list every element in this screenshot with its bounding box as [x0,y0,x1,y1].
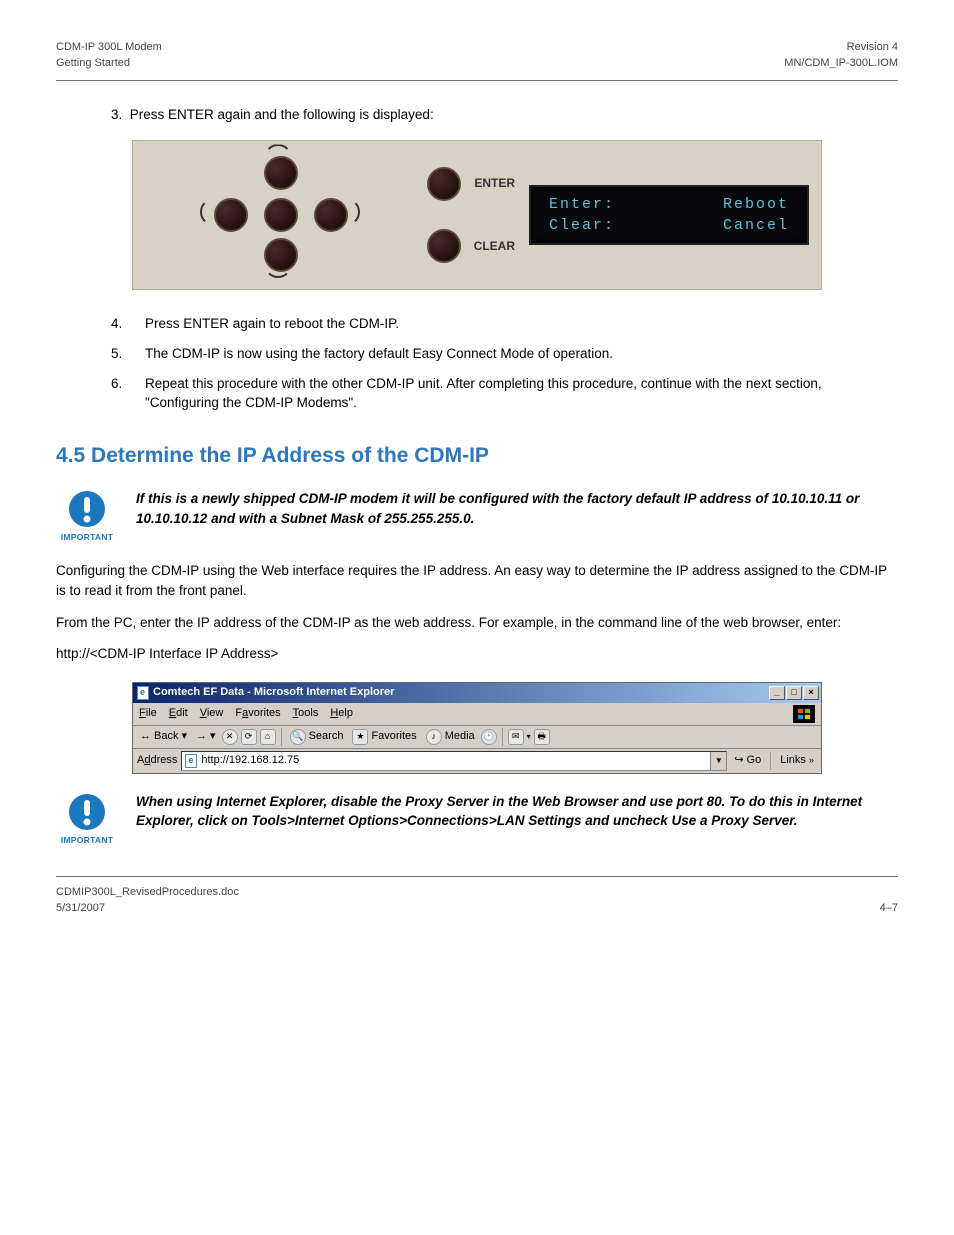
favorites-icon: ★ [352,729,368,745]
address-page-icon [185,754,197,768]
go-button[interactable]: ↪ Go [731,752,764,770]
close-button[interactable]: × [803,686,819,700]
address-label: Address [137,753,177,769]
menu-file[interactable]: File [139,706,157,722]
media-button[interactable]: ♪Media [423,728,478,746]
paragraph-1: Configuring the CDM-IP using the Web int… [56,561,898,600]
media-icon: ♪ [426,729,442,745]
menu-view[interactable]: View [200,706,224,722]
step-4-num: 4 [111,314,135,334]
footer-page: 4–7 [880,901,898,917]
step-4: 4 Press ENTER again to reboot the CDM-IP… [111,314,898,334]
step-6-num: 6 [111,374,135,394]
back-button[interactable]: ↔ Back ▾ [137,728,190,746]
home-icon[interactable]: ⌂ [260,729,276,745]
step-5-num: 5 [111,344,135,364]
refresh-icon[interactable]: ⟳ [241,729,257,745]
forward-button[interactable]: → ▾ [193,728,219,746]
lcd-r1-r: Reboot [723,194,789,216]
menu-help[interactable]: Help [330,706,353,722]
important-note-1-text: If this is a newly shipped CDM-IP modem … [136,489,898,528]
nav-center-button[interactable] [264,198,298,232]
nav-right-button[interactable] [314,198,348,232]
important-note-2: IMPORTANT When using Internet Explorer, … [56,792,898,846]
address-value: http://192.168.12.75 [201,753,299,769]
important-icon [67,792,107,832]
step-3: 3. Press ENTER again and the following i… [56,105,898,125]
address-input[interactable]: http://192.168.12.75 ▼ [181,751,727,771]
lcd-display: Enter: Reboot Clear: Cancel [529,185,809,245]
nav-down-button[interactable] [264,238,298,272]
top-rule [56,80,898,81]
ie-page-icon [137,686,149,700]
front-panel-photo: ENTER CLEAR Enter: Reboot Clear: Cancel [132,140,822,290]
footer-date: 5/31/2007 [56,901,105,917]
important-label: IMPORTANT [61,531,114,543]
footer-doc: CDMIP300L_RevisedProcedures.doc [56,885,898,901]
mail-icon[interactable]: ✉ [508,729,524,745]
section-heading: 4.5 Determine the IP Address of the CDM-… [56,441,898,471]
important-note-2-text: When using Internet Explorer, disable th… [136,792,898,831]
search-button[interactable]: 🔍Search [287,728,347,746]
step-6-text: Repeat this procedure with the other CDM… [145,374,898,413]
lcd-r2-r: Cancel [723,215,789,237]
ie-window: Comtech EF Data - Microsoft Internet Exp… [132,682,822,774]
page-footer: CDMIP300L_RevisedProcedures.doc 5/31/200… [56,885,898,917]
step-4-text: Press ENTER again to reboot the CDM-IP. [145,314,399,334]
minimize-button[interactable]: _ [769,686,785,700]
header-right-rev: Revision 4 [784,40,898,56]
menu-tools[interactable]: Tools [293,706,319,722]
step-5: 5 The CDM-IP is now using the factory de… [111,344,898,364]
history-icon[interactable]: 🕑 [481,729,497,745]
lcd-r2-l: Clear: [549,215,615,237]
header-left-title: CDM-IP 300L Modem [56,40,162,56]
paragraph-2: From the PC, enter the IP address of the… [56,613,898,633]
address-dropdown-icon[interactable]: ▼ [710,752,726,770]
important-note-1: IMPORTANT If this is a newly shipped CDM… [56,489,898,543]
address-example: http://<CDM-IP Interface IP Address> [56,644,898,664]
lcd-r1-l: Enter: [549,194,615,216]
menu-favorites[interactable]: Favorites [235,706,280,722]
step-3-text: Press ENTER again and the following is d… [130,107,434,122]
stop-icon[interactable]: ✕ [222,729,238,745]
step-5-text: The CDM-IP is now using the factory defa… [145,344,613,364]
nav-up-button[interactable] [264,156,298,190]
search-icon: 🔍 [290,729,306,745]
important-icon [67,489,107,529]
print-icon[interactable]: 🖶 [534,729,550,745]
menu-edit[interactable]: Edit [169,706,188,722]
header-right-doc: MN/CDM_IP-300L.IOM [784,56,898,72]
step-3-num: 3 [111,107,119,122]
page-header: CDM-IP 300L Modem Getting Started Revisi… [56,40,898,72]
ie-titlebar: Comtech EF Data - Microsoft Internet Exp… [133,683,821,703]
maximize-button[interactable]: □ [786,686,802,700]
important-label: IMPORTANT [61,834,114,846]
bottom-rule [56,876,898,877]
step-6: 6 Repeat this procedure with the other C… [111,374,898,413]
nav-left-button[interactable] [214,198,248,232]
windows-logo-icon [793,705,815,723]
favorites-button[interactable]: ★Favorites [349,728,419,746]
links-button[interactable]: Links » [777,752,817,770]
header-left-sub: Getting Started [56,56,162,72]
ie-title: Comtech EF Data - Microsoft Internet Exp… [153,685,394,701]
